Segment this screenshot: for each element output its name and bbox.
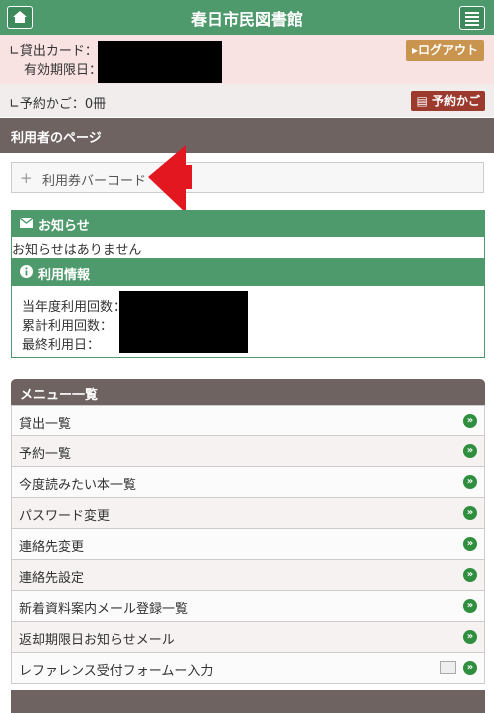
usage-body: 当年度利用回数： 累計利用回数： 最終利用日： xyxy=(11,285,485,358)
menu-item-label: 今度読みたい本一覧 xyxy=(19,478,137,493)
menu-footer xyxy=(11,690,485,713)
menu-item-loans[interactable]: 貸出一覧 » xyxy=(11,405,485,436)
basket-icon: ▤ xyxy=(416,94,432,108)
image-icon xyxy=(440,661,456,674)
chevron-right-icon: » xyxy=(463,661,477,675)
menu-item-password[interactable]: パスワード変更 » xyxy=(11,498,485,529)
chevron-right-icon: » xyxy=(463,630,477,644)
barcode-accordion[interactable]: + 利用券バーコード xyxy=(11,162,484,193)
card-label: ∟貸出カード： xyxy=(9,44,98,59)
redacted-card-info xyxy=(98,41,222,83)
chevron-right-icon: » xyxy=(463,444,477,458)
menu-item-contact-settings[interactable]: 連絡先設定 » xyxy=(11,560,485,591)
menu-item-new-arrivals-mail[interactable]: 新着資料案内メール登録一覧 » xyxy=(11,591,485,622)
menu-item-label: 連絡先変更 xyxy=(19,540,85,555)
expiry-label: 有効期限日： xyxy=(24,63,103,78)
notice-title: お知らせ xyxy=(38,219,90,234)
menu-item-label: 新着資料案内メール登録一覧 xyxy=(19,602,189,617)
info-icon xyxy=(20,265,33,278)
menu-item-wishlist[interactable]: 今度読みたい本一覧 » xyxy=(11,467,485,498)
chevron-right-icon: » xyxy=(463,475,477,489)
reservation-count: ∟予約かご：0冊 xyxy=(9,97,107,112)
redacted-usage-info xyxy=(119,291,248,353)
top-header: 春日市民図書館 xyxy=(0,0,494,35)
menu-list: 貸出一覧 » 予約一覧 » 今度読みたい本一覧 » パスワード変更 » 連絡先変… xyxy=(11,405,485,684)
usage-year-count: 当年度利用回数： xyxy=(22,300,127,315)
plus-icon: + xyxy=(20,169,33,187)
logout-button[interactable]: ▸ログアウト xyxy=(405,40,484,61)
menu-title: メニュー一覧 xyxy=(20,388,99,403)
usage-title: 利用情報 xyxy=(38,268,91,283)
menu-item-label: 返却期限日お知らせメール xyxy=(19,633,175,648)
notice-body: お知らせはありません xyxy=(11,236,485,259)
reservation-bar: ∟予約かご：0冊 ▤ 予約かご xyxy=(0,84,494,117)
menu-item-reservations[interactable]: 予約一覧 » xyxy=(11,436,485,467)
menu-header: メニュー一覧 xyxy=(11,379,485,405)
chevron-right-icon: » xyxy=(463,568,477,582)
user-page-header: 利用者のページ xyxy=(0,118,494,153)
usage-header: 利用情報 xyxy=(11,259,485,285)
card-info-bar: ∟貸出カード： 有効期限日： ▸ログアウト xyxy=(0,35,494,84)
notice-header: お知らせ xyxy=(11,210,485,236)
chevron-right-icon: » xyxy=(463,506,477,520)
page-title: 春日市民図書館 xyxy=(190,10,303,29)
menu-item-due-date-mail[interactable]: 返却期限日お知らせメール » xyxy=(11,622,485,653)
mail-icon xyxy=(20,218,33,228)
menu-item-label: レファレンス受付フォームー入力 xyxy=(19,664,214,679)
usage-total-count: 累計利用回数： xyxy=(22,319,114,334)
menu-button[interactable] xyxy=(459,6,485,30)
barcode-label: 利用券バーコード xyxy=(42,174,147,189)
red-arrow-annotation xyxy=(148,145,192,213)
reservation-basket-button[interactable]: ▤ 予約かご xyxy=(411,91,485,111)
menu-item-reference-form[interactable]: レファレンス受付フォームー入力 » xyxy=(11,653,485,684)
menu-item-contact-change[interactable]: 連絡先変更 » xyxy=(11,529,485,560)
menu-item-label: 予約一覧 xyxy=(19,447,72,462)
chevron-right-icon: » xyxy=(463,537,477,551)
menu-item-label: 連絡先設定 xyxy=(19,571,85,586)
list-menu-icon xyxy=(465,12,479,26)
notice-text: お知らせはありません xyxy=(12,243,142,258)
chevron-right-icon: » xyxy=(463,414,477,428)
user-page-title: 利用者のページ xyxy=(11,131,102,146)
menu-item-label: パスワード変更 xyxy=(19,509,111,524)
chevron-right-icon: » xyxy=(463,599,477,613)
reservation-basket-label: 予約かご xyxy=(431,94,480,108)
usage-last-date: 最終利用日： xyxy=(22,338,101,353)
menu-item-label: 貸出一覧 xyxy=(19,417,72,432)
